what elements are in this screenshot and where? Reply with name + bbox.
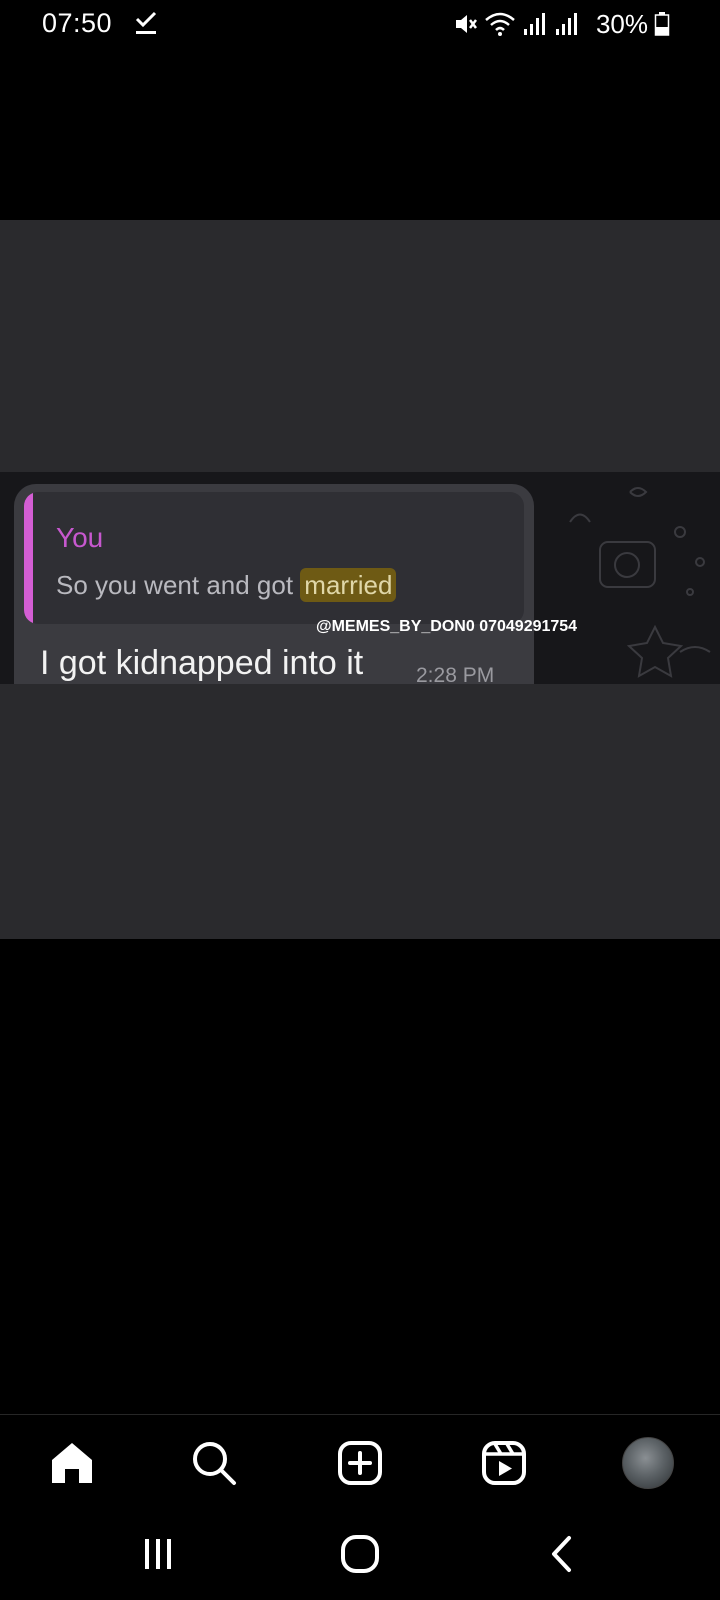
quoted-reply: You So you went and got married <box>24 492 524 624</box>
system-home-button[interactable] <box>330 1528 390 1580</box>
signal-icon <box>555 13 577 35</box>
reply-text: So you went and got married <box>56 568 397 602</box>
watermark: @MEMES_BY_DON0 07049291754 <box>316 618 578 635</box>
home-circle-icon <box>341 1535 379 1573</box>
bottom-nav <box>0 1414 720 1510</box>
post-media[interactable]: You So you went and got married I got ki… <box>0 220 720 939</box>
nav-home[interactable] <box>42 1433 102 1493</box>
search-icon <box>193 1442 236 1485</box>
reels-icon <box>482 1441 526 1485</box>
profile-avatar <box>622 1437 674 1489</box>
message-bubble: You So you went and got married I got ki… <box>14 484 534 684</box>
chat-wallpaper-doodles <box>569 487 711 678</box>
nav-create[interactable] <box>330 1433 390 1493</box>
signal-icon <box>523 13 545 35</box>
reply-highlight: married <box>300 568 397 602</box>
system-nav <box>0 1510 720 1600</box>
back-button[interactable] <box>532 1528 592 1580</box>
create-icon <box>338 1441 382 1485</box>
message-time: 2:28 PM <box>416 664 495 684</box>
recents-button[interactable] <box>128 1528 188 1580</box>
reply-accent-bar <box>24 492 33 624</box>
nav-profile[interactable] <box>618 1433 678 1493</box>
mute-icon <box>455 15 477 33</box>
status-time: 07:50 <box>42 8 113 38</box>
back-icon <box>552 1536 571 1572</box>
wifi-icon <box>485 12 515 36</box>
download-done-icon <box>135 11 157 34</box>
home-icon <box>52 1443 92 1483</box>
battery-icon <box>654 12 670 36</box>
recents-icon <box>145 1539 171 1569</box>
status-icons: 30% <box>454 8 670 40</box>
nav-search[interactable] <box>184 1433 244 1493</box>
chat-screenshot: You So you went and got married I got ki… <box>0 472 720 684</box>
reply-text-start: So you went and got <box>56 570 301 600</box>
battery-percent: 30% <box>595 8 648 39</box>
reply-author: You <box>56 522 104 553</box>
nav-reels[interactable] <box>474 1433 534 1493</box>
status-bar: 07:50 30% <box>0 0 720 48</box>
message-text: I got kidnapped into it <box>40 644 364 682</box>
